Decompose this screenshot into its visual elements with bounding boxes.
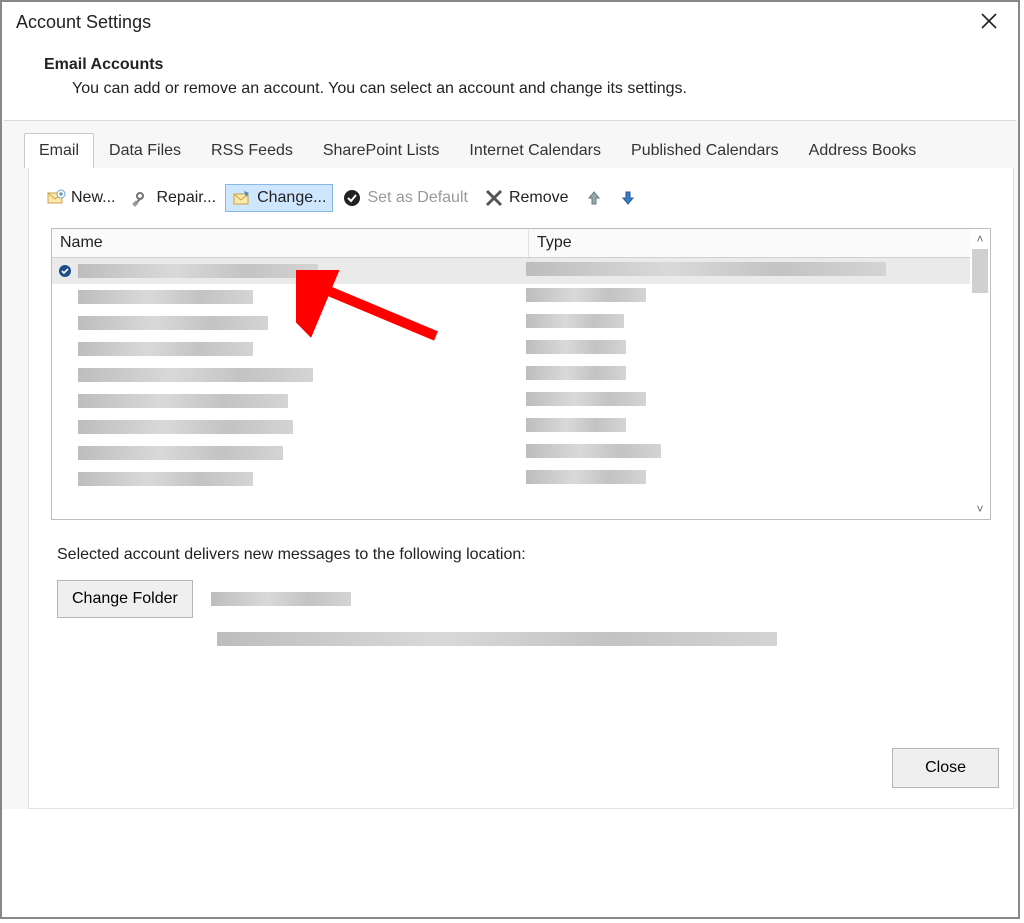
toolbar: New... Repair... Change... [29, 168, 1013, 228]
tab-data-files[interactable]: Data Files [94, 133, 196, 168]
set-default-button: Set as Default [335, 184, 475, 212]
new-button[interactable]: New... [39, 184, 122, 212]
column-type[interactable]: Type [529, 229, 990, 257]
new-label: New... [71, 189, 115, 207]
table-row[interactable] [52, 466, 990, 492]
table-row[interactable] [52, 258, 990, 284]
change-folder-button[interactable]: Change Folder [57, 580, 193, 618]
scroll-down-icon[interactable]: ˅ [970, 499, 990, 519]
table-row[interactable] [52, 336, 990, 362]
account-type-redacted [526, 392, 646, 406]
scrollbar[interactable]: ˄ ˅ [970, 229, 990, 519]
tab-email[interactable]: Email [24, 133, 94, 168]
folder-name-redacted [211, 592, 351, 606]
tabs: Email Data Files RSS Feeds SharePoint Li… [24, 133, 1018, 168]
arrow-up-icon [585, 188, 603, 208]
account-type-redacted [526, 366, 626, 380]
accounts-list: Name Type ˄ ˅ [51, 228, 991, 520]
check-circle-icon [342, 188, 362, 208]
table-row[interactable] [52, 310, 990, 336]
set-default-label: Set as Default [367, 189, 468, 207]
table-row[interactable] [52, 440, 990, 466]
account-type-redacted [526, 444, 661, 458]
account-name-redacted [78, 420, 293, 434]
account-type-redacted [526, 288, 646, 302]
move-down-button[interactable] [612, 184, 644, 212]
repair-label: Repair... [156, 189, 216, 207]
tab-address-books[interactable]: Address Books [794, 133, 932, 168]
repair-button[interactable]: Repair... [124, 184, 223, 212]
account-type-redacted [526, 262, 886, 276]
account-name-redacted [78, 368, 313, 382]
account-type-redacted [526, 314, 624, 328]
table-row[interactable] [52, 362, 990, 388]
change-icon [232, 188, 252, 208]
remove-label: Remove [509, 189, 569, 207]
remove-button[interactable]: Remove [477, 184, 576, 212]
account-name-redacted [78, 290, 253, 304]
scroll-up-icon[interactable]: ˄ [970, 229, 990, 249]
tab-internet-calendars[interactable]: Internet Calendars [454, 133, 616, 168]
table-row[interactable] [52, 284, 990, 310]
change-button[interactable]: Change... [225, 184, 333, 212]
account-name-redacted [78, 394, 288, 408]
change-label: Change... [257, 189, 326, 207]
tab-rss-feeds[interactable]: RSS Feeds [196, 133, 308, 168]
move-up-button[interactable] [578, 184, 610, 212]
section-heading: Email Accounts [44, 56, 1018, 74]
close-button[interactable]: Close [892, 748, 999, 788]
folder-path-redacted [217, 632, 777, 646]
scroll-thumb[interactable] [972, 249, 988, 293]
new-mail-icon [46, 188, 66, 208]
remove-icon [484, 188, 504, 208]
account-type-redacted [526, 470, 646, 484]
account-name-redacted [78, 316, 268, 330]
account-name-redacted [78, 472, 253, 486]
repair-icon [131, 188, 151, 208]
account-name-redacted [78, 264, 318, 278]
tab-sharepoint-lists[interactable]: SharePoint Lists [308, 133, 455, 168]
account-type-redacted [526, 418, 626, 432]
account-name-redacted [78, 342, 253, 356]
default-check-icon [58, 264, 72, 278]
arrow-down-icon [619, 188, 637, 208]
table-row[interactable] [52, 388, 990, 414]
window-title: Account Settings [16, 12, 151, 33]
delivery-label: Selected account delivers new messages t… [29, 520, 1013, 574]
close-icon[interactable] [974, 12, 1004, 40]
account-type-redacted [526, 340, 626, 354]
account-settings-window: Account Settings Email Accounts You can … [0, 0, 1020, 919]
account-name-redacted [78, 446, 283, 460]
tab-published-calendars[interactable]: Published Calendars [616, 133, 794, 168]
section-subtext: You can add or remove an account. You ca… [44, 74, 1018, 98]
column-name[interactable]: Name [52, 229, 529, 257]
table-row[interactable] [52, 414, 990, 440]
